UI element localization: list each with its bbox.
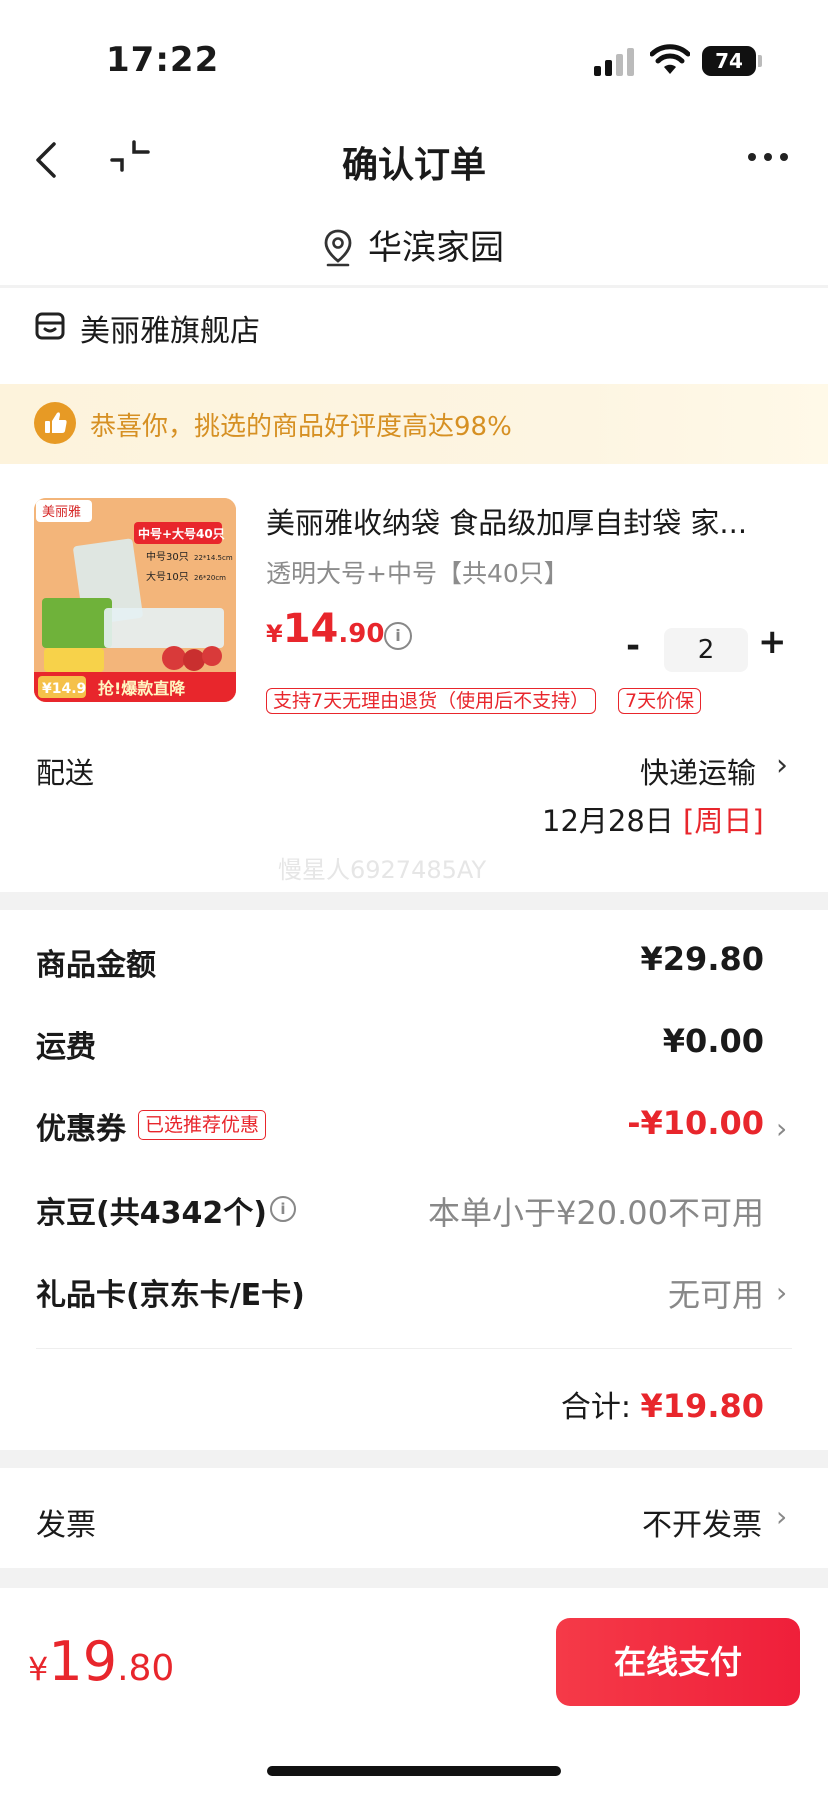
giftcard-value[interactable]: 无可用 bbox=[668, 1270, 764, 1316]
freight-value: ¥0.00 bbox=[662, 1022, 764, 1060]
info-icon[interactable]: i bbox=[270, 1196, 296, 1222]
wifi-icon bbox=[650, 44, 690, 74]
image-headline: 中号+大号40只 bbox=[138, 526, 225, 541]
location-pin-icon bbox=[324, 229, 352, 267]
product-spec: 透明大号+中号【共40只】 bbox=[266, 559, 569, 588]
battery-indicator: 74 bbox=[702, 46, 756, 76]
pay-total-integer: 19 bbox=[48, 1630, 118, 1693]
image-size2: 大号10只 bbox=[146, 570, 189, 583]
watermark: 慢星人6927485AY bbox=[278, 856, 487, 884]
page-title: 确认订单 bbox=[341, 145, 486, 186]
coupon-tag: 已选推荐优惠 bbox=[138, 1110, 267, 1140]
image-size1: 中号30只 bbox=[146, 550, 189, 563]
cell-signal-icon bbox=[594, 48, 634, 76]
image-promo: 抢!爆款直降 bbox=[98, 679, 186, 698]
freight-label: 运费 bbox=[36, 1030, 96, 1065]
delivery-date-text: 12月28日 bbox=[542, 804, 674, 838]
address-text: 华滨家园 bbox=[368, 228, 504, 268]
return-policy-tag: 支持7天无理由退货（使用后不支持） bbox=[266, 688, 597, 714]
goods-amount-label: 商品金额 bbox=[36, 948, 156, 983]
giftcard-label: 礼品卡(京东卡/E卡) bbox=[36, 1278, 305, 1313]
delivery-date: 12月28日 [周日] bbox=[542, 798, 764, 840]
pay-total: ¥19.80 bbox=[28, 1630, 174, 1693]
more-dots-icon[interactable] bbox=[746, 150, 790, 164]
subtotal: 合计: ¥19.80 bbox=[561, 1382, 764, 1426]
coupon-value[interactable]: -¥10.00 bbox=[627, 1104, 764, 1142]
beans-label: 京豆(共4342个) bbox=[36, 1196, 267, 1231]
image-brand: 美丽雅 bbox=[42, 505, 81, 520]
price-symbol: ¥ bbox=[266, 620, 283, 648]
quantity-input[interactable]: 2 bbox=[664, 628, 748, 672]
chevron-right-icon[interactable]: › bbox=[776, 1276, 787, 1309]
coupon-label: 优惠券 bbox=[36, 1112, 126, 1147]
product-image[interactable]: 美丽雅 中号+大号40只 中号30只 大号10只 22*14.5cm 26*20… bbox=[34, 498, 236, 702]
price-integer: 14 bbox=[282, 606, 339, 652]
praise-text: 恭喜你，挑选的商品好评度高达98% bbox=[90, 412, 512, 442]
subtotal-value: ¥19.80 bbox=[640, 1387, 764, 1425]
image-price-badge: ¥14.9 bbox=[42, 681, 86, 697]
pay-total-symbol: ¥ bbox=[28, 1650, 49, 1688]
battery-tip bbox=[758, 55, 762, 67]
invoice-value[interactable]: 不开发票 bbox=[642, 1500, 762, 1544]
quantity-plus-button[interactable]: + bbox=[758, 622, 787, 662]
product-price: ¥14.90 bbox=[266, 606, 384, 652]
chevron-right-icon[interactable]: › bbox=[776, 748, 788, 783]
invoice-label: 发票 bbox=[36, 1508, 96, 1543]
pay-total-decimal: .80 bbox=[117, 1648, 175, 1689]
delivery-label: 配送 bbox=[36, 756, 95, 790]
goods-amount-value: ¥29.80 bbox=[640, 940, 764, 978]
delivery-day: [周日] bbox=[683, 804, 764, 838]
chevron-right-icon[interactable]: › bbox=[776, 1112, 787, 1145]
thumbs-up-icon bbox=[34, 402, 76, 444]
store-icon bbox=[35, 312, 65, 340]
quantity-minus-button[interactable]: - bbox=[626, 626, 640, 666]
delivery-address[interactable]: 华滨家园 bbox=[0, 220, 828, 269]
delivery-method[interactable]: 快递运输 bbox=[640, 750, 756, 792]
price-decimal: .90 bbox=[338, 619, 385, 649]
image-dim1: 22*14.5cm bbox=[194, 554, 233, 562]
home-indicator[interactable] bbox=[267, 1766, 561, 1776]
status-time: 17:22 bbox=[106, 40, 220, 80]
price-summary-card bbox=[0, 910, 828, 1450]
price-protect-tag: 7天价保 bbox=[618, 688, 702, 714]
info-icon[interactable]: i bbox=[384, 622, 412, 650]
chevron-right-icon[interactable]: › bbox=[776, 1500, 787, 1533]
pay-online-button[interactable]: 在线支付 bbox=[556, 1618, 800, 1706]
beans-value: 本单小于¥20.00不可用 bbox=[428, 1194, 764, 1232]
store-name[interactable]: 美丽雅旗舰店 bbox=[80, 306, 260, 350]
divider bbox=[36, 1348, 792, 1349]
image-dim2: 26*20cm bbox=[194, 574, 226, 582]
product-name[interactable]: 美丽雅收纳袋 食品级加厚自封袋 家... bbox=[266, 500, 786, 542]
subtotal-label: 合计: bbox=[560, 1390, 631, 1425]
